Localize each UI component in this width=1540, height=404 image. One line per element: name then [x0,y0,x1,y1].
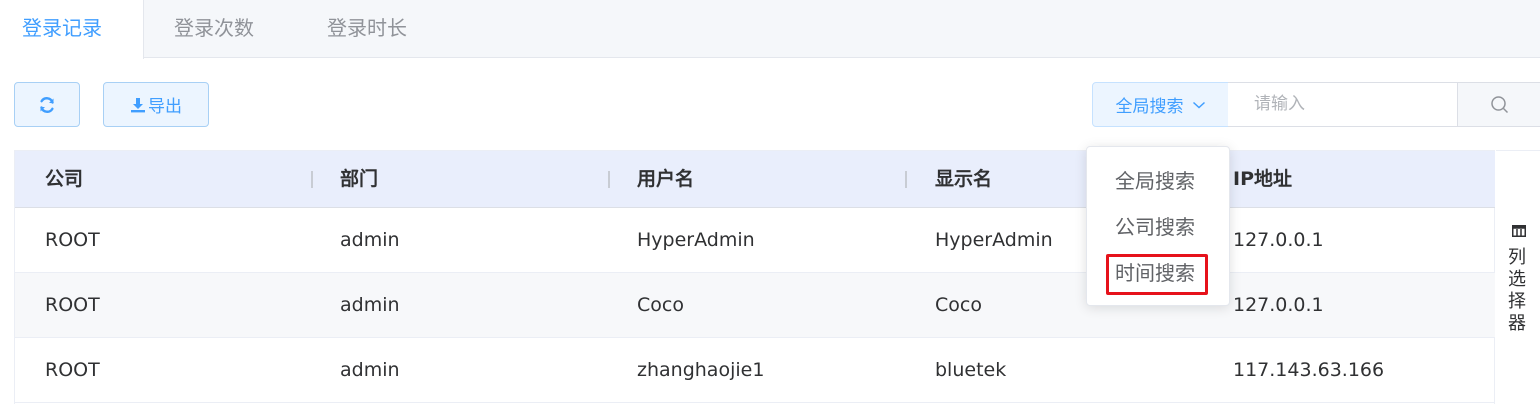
tab-bar: 登录记录 登录次数 登录时长 [0,0,1540,59]
chevron-down-icon [1192,101,1205,109]
cell-company: ROOT [45,229,100,251]
table-row[interactable]: ROOT admin zhanghaojie1 bluetek 117.143.… [15,338,1495,403]
refresh-icon [40,96,54,113]
login-records-table: 公司 部门 用户名 显示名 IP地址 ROOT admin HyperAdmin… [14,150,1495,404]
column-header-company[interactable]: 公司 [45,151,83,208]
cell-ip: 117.143.63.166 [1233,359,1385,381]
columns-icon [1512,225,1526,237]
column-header-username[interactable]: 用户名 [637,151,694,208]
table-header: 公司 部门 用户名 显示名 IP地址 [15,151,1495,208]
column-resizer[interactable] [608,171,610,188]
search-scope-select[interactable]: 全局搜索 [1092,82,1229,127]
table-row[interactable]: ROOT admin Coco Coco 127.0.0.1 [15,273,1495,338]
table-row[interactable]: ROOT admin HyperAdmin HyperAdmin 127.0.0… [15,208,1495,273]
cell-department: admin [340,229,400,251]
cell-ip: 127.0.0.1 [1233,294,1324,316]
tab-login-count[interactable]: 登录次数 [174,0,254,58]
cell-username: HyperAdmin [637,229,755,251]
cell-display-name: bluetek [935,359,1007,381]
cell-company: ROOT [45,359,100,381]
tab-login-duration[interactable]: 登录时长 [327,0,407,58]
cell-display-name: Coco [935,294,982,316]
column-resizer[interactable] [905,171,907,188]
cell-username: Coco [637,294,684,316]
column-chooser-label: 列选择器 [1508,247,1526,334]
column-header-department[interactable]: 部门 [340,151,378,208]
cell-display-name: HyperAdmin [935,229,1053,251]
dropdown-option-company-search[interactable]: 公司搜索 [1115,213,1195,241]
highlight-box [1106,254,1208,295]
cell-company: ROOT [45,294,100,316]
cell-department: admin [340,294,400,316]
search-bar: 全局搜索 请输入 [1092,82,1540,127]
cell-ip: 127.0.0.1 [1233,229,1324,251]
cell-username: zhanghaojie1 [637,359,765,381]
search-button[interactable] [1457,82,1540,127]
column-chooser-button[interactable]: 列选择器 [1496,150,1540,404]
refresh-button[interactable] [14,82,80,127]
download-icon [131,97,145,112]
cell-department: admin [340,359,400,381]
search-scope-label: 全局搜索 [1115,97,1184,117]
column-header-ip[interactable]: IP地址 [1233,151,1292,208]
dropdown-option-global-search[interactable]: 全局搜索 [1115,167,1195,195]
search-input[interactable]: 请输入 [1228,82,1458,127]
export-button[interactable]: 导出 [103,82,209,127]
search-icon [1491,95,1509,113]
column-header-display-name[interactable]: 显示名 [935,151,992,208]
tab-login-records[interactable]: 登录记录 [0,0,144,59]
export-label: 导出 [148,97,182,117]
column-resizer[interactable] [311,171,313,188]
